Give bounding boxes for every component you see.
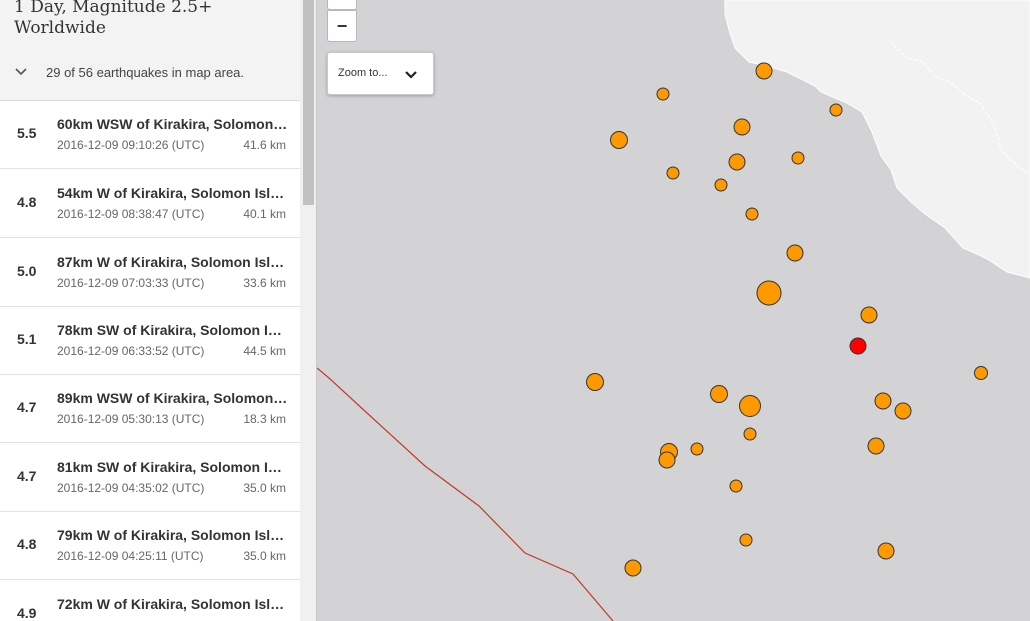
location: 89km WSW of Kirakira, Solomon Islands [57, 390, 289, 406]
earthquake-marker [756, 280, 782, 306]
earthquake-marker [666, 166, 680, 180]
depth: 40.1 km [243, 207, 286, 221]
earthquake-marker [755, 62, 773, 80]
timestamp: 2016-12-09 04:35:02 (UTC) [57, 481, 205, 495]
earthquake-marker [714, 178, 728, 192]
earthquake-marker [786, 244, 804, 262]
earthquake-marker [610, 131, 628, 149]
earthquake-marker [739, 395, 761, 417]
zoom-in-button[interactable]: + [327, 0, 357, 10]
earthquake-list-panel: 1 Day, Magnitude 2.5+ Worldwide 29 of 56… [0, 0, 300, 621]
earthquake-marker [791, 151, 805, 165]
earthquake-marker [739, 533, 753, 547]
location: 81km SW of Kirakira, Solomon Islands [57, 459, 289, 475]
earthquake-marker [710, 385, 728, 403]
earthquake-marker [743, 427, 757, 441]
depth: 41.6 km [243, 138, 286, 152]
magnitude: 5.1 [17, 331, 37, 347]
chevron-down-icon [404, 68, 418, 80]
magnitude: 5.5 [17, 125, 37, 141]
earthquake-marker [877, 542, 895, 560]
zoom-to-dropdown[interactable]: Zoom to... [327, 52, 434, 95]
location: 78km SW of Kirakira, Solomon Islands [57, 322, 289, 338]
location: 54km W of Kirakira, Solomon Islands [57, 185, 289, 201]
earthquake-marker [656, 87, 670, 101]
earthquake-marker [894, 402, 912, 420]
timestamp: 2016-12-09 05:30:13 (UTC) [57, 412, 205, 426]
magnitude: 4.7 [17, 468, 37, 484]
zoom-to-label: Zoom to... [338, 67, 388, 79]
timestamp: 2016-12-09 06:33:52 (UTC) [57, 344, 205, 358]
earthquake-marker [624, 559, 642, 577]
magnitude: 4.7 [17, 399, 37, 415]
magnitude: 4.8 [17, 536, 37, 552]
depth: 33.6 km [243, 276, 286, 290]
list-header: 1 Day, Magnitude 2.5+ Worldwide 29 of 56… [0, 0, 300, 101]
earthquake-list-item[interactable]: 4.8 79km W of Kirakira, Solomon Islands … [0, 512, 300, 580]
timestamp: 2016-12-09 08:38:47 (UTC) [57, 207, 205, 221]
magnitude: 4.9 [17, 605, 37, 621]
timestamp: 2016-12-09 09:10:26 (UTC) [57, 138, 205, 152]
earthquake-marker [690, 442, 704, 456]
magnitude: 5.0 [17, 263, 37, 279]
location: 79km W of Kirakira, Solomon Islands [57, 527, 289, 543]
location: 87km W of Kirakira, Solomon Islands [57, 254, 289, 270]
magnitude: 4.8 [17, 194, 37, 210]
page-title: 1 Day, Magnitude 2.5+ Worldwide [14, 0, 213, 38]
depth: 35.0 km [243, 549, 286, 563]
earthquake-marker [860, 306, 878, 324]
location: 72km W of Kirakira, Solomon Islands [57, 596, 289, 612]
earthquake-list-item[interactable]: 5.1 78km SW of Kirakira, Solomon Islands… [0, 307, 300, 375]
earthquake-list-item[interactable]: 5.0 87km W of Kirakira, Solomon Islands … [0, 239, 300, 307]
earthquake-marker [829, 103, 843, 117]
earthquake-marker [729, 479, 743, 493]
earthquake-marker [974, 366, 988, 380]
earthquake-marker [745, 207, 759, 221]
depth: 35.0 km [243, 481, 286, 495]
earthquake-list-item[interactable]: 4.7 81km SW of Kirakira, Solomon Islands… [0, 444, 300, 512]
earthquake-list-item[interactable]: 4.7 89km WSW of Kirakira, Solomon Island… [0, 375, 300, 443]
earthquake-marker [867, 437, 885, 455]
earthquake-marker [733, 118, 751, 136]
chevron-down-icon [14, 65, 28, 79]
location: 60km WSW of Kirakira, Solomon Islands [57, 116, 289, 132]
earthquake-list-item[interactable]: 4.8 54km W of Kirakira, Solomon Islands … [0, 170, 300, 238]
earthquake-list-item[interactable]: 4.9 72km W of Kirakira, Solomon Islands [0, 581, 300, 621]
summary-toggle[interactable]: 29 of 56 earthquakes in map area. [14, 62, 244, 82]
earthquake-marker [874, 392, 892, 410]
depth: 18.3 km [243, 412, 286, 426]
timestamp: 2016-12-09 07:03:33 (UTC) [57, 276, 205, 290]
earthquake-marker [586, 373, 604, 391]
list-scrollbar-thumb[interactable] [303, 0, 314, 205]
earthquake-marker [728, 153, 746, 171]
earthquake-marker-selected [849, 337, 867, 355]
earthquake-marker [658, 451, 676, 469]
earthquake-list-item[interactable]: 5.5 60km WSW of Kirakira, Solomon Island… [0, 101, 300, 169]
summary-text: 29 of 56 earthquakes in map area. [46, 64, 245, 80]
depth: 44.5 km [243, 344, 286, 358]
zoom-out-button[interactable]: − [327, 10, 357, 42]
timestamp: 2016-12-09 04:25:11 (UTC) [57, 549, 204, 563]
